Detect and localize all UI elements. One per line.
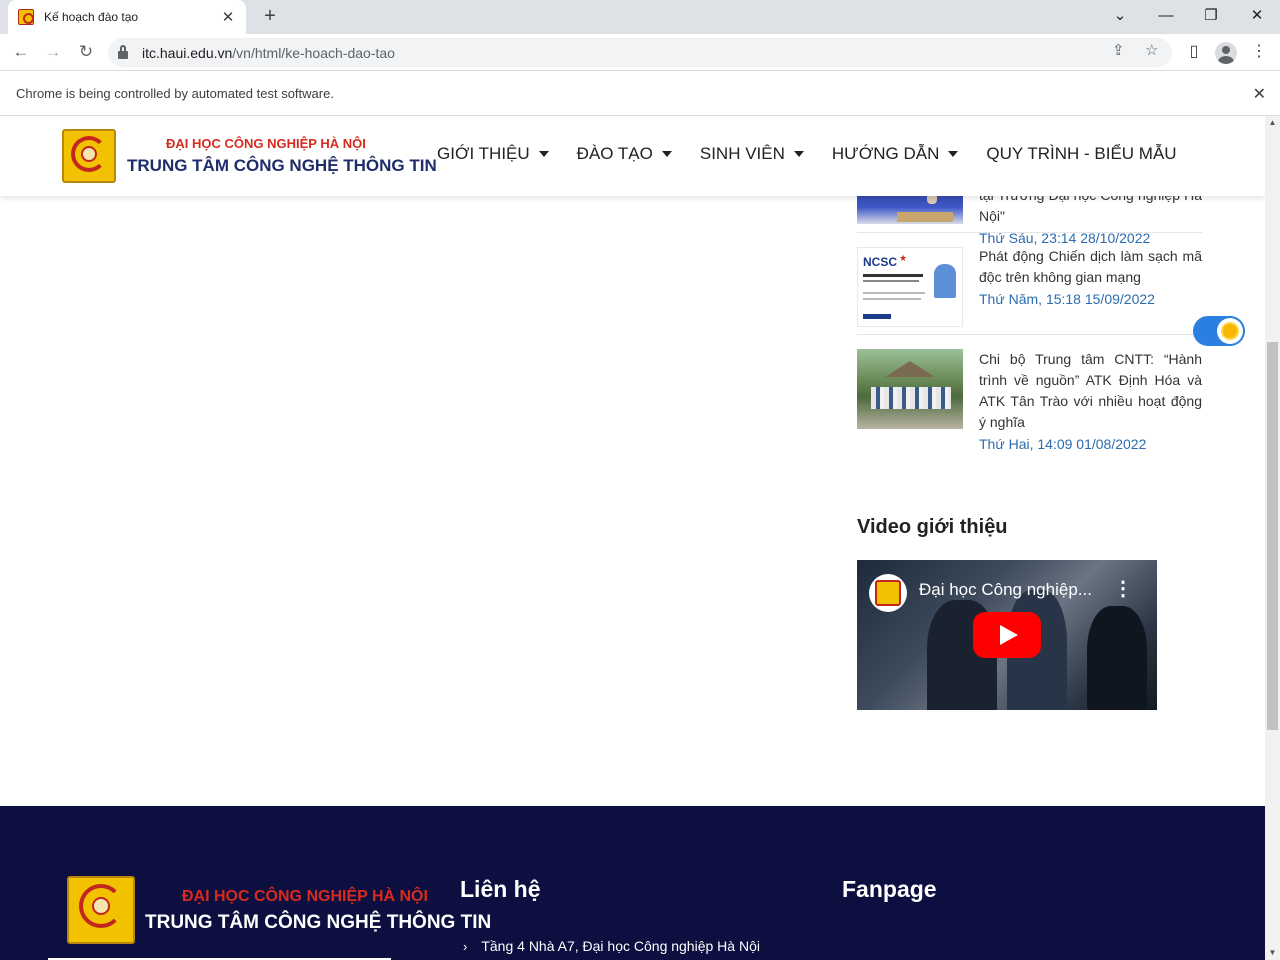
person-illustration [934,264,956,298]
scroll-down-arrow-icon[interactable]: ▼ [1265,946,1280,960]
video-section-heading: Video giới thiệu [857,516,1008,538]
news-list: số giải pháp thúc đẩy chuyển đổi số tại … [857,160,1202,452]
group-photo-people [871,387,951,409]
site-favicon-icon [18,9,34,25]
menu-label: HƯỚNG DẪN [831,144,940,163]
logo-line2[interactable]: TRUNG TÂM CÔNG NGHỆ THÔNG TIN [127,156,437,176]
scroll-up-arrow-icon[interactable]: ▲ [1265,116,1280,130]
fanpage-heading: Fanpage [842,876,937,902]
thumb-text-line [863,298,921,300]
roof-shape [885,361,935,377]
close-tab-icon[interactable]: ✕ [220,8,236,26]
thumb-button-shape [863,314,891,319]
thumb-text-line [863,274,923,277]
footer-logo-line2: TRUNG TÂM CÔNG NGHỆ THÔNG TIN [145,912,492,933]
podium-shape [897,212,953,222]
menu-kebab-icon[interactable]: ⋮ [1246,39,1272,65]
menu-huong-dan[interactable]: HƯỚNG DẪN [832,144,959,164]
automation-infobar: Chrome is being controlled by automated … [0,72,1280,116]
ncsc-logo-text: NCSC [863,255,898,269]
footer-logo-badge-icon [67,876,135,944]
chevron-right-icon: › [463,938,468,954]
scrollbar-thumb[interactable] [1267,342,1278,730]
video-person-figure [1087,606,1147,710]
caret-down-icon [538,151,549,157]
menu-label: SINH VIÊN [699,144,785,163]
url-text: itc.haui.edu.vn/vn/html/ke-hoach-dao-tao [142,45,395,61]
profile-avatar-icon[interactable] [1215,42,1237,64]
menu-label: ĐÀO TẠO [576,144,653,163]
caret-down-icon [661,151,672,157]
video-title[interactable]: Đại học Công nghiệp... [919,580,1092,600]
youtube-video-embed[interactable]: Đại học Công nghiệp... ⋮ [857,560,1157,710]
site-footer: ĐẠI HỌC CÔNG NGHIỆP HÀ NỘI TRUNG TÂM CÔN… [0,806,1265,960]
star-icon: ★ [899,253,908,263]
menu-label: QUY TRÌNH - BIỂU MẪU [986,144,1177,163]
lock-icon[interactable] [118,44,128,59]
address-bar[interactable]: itc.haui.edu.vn/vn/html/ke-hoach-dao-tao… [108,38,1172,67]
logo-line1[interactable]: ĐẠI HỌC CÔNG NGHIỆP HÀ NỘI [166,136,366,151]
browser-tab[interactable]: Kế hoạch đào tạo ✕ [8,0,246,34]
main-menu: GIỚI THIỆU ĐÀO TẠO SINH VIÊN HƯỚNG DẪN Q… [437,144,1205,164]
menu-dao-tao[interactable]: ĐÀO TẠO [577,144,672,164]
thumb-text-line [863,292,925,294]
minimize-button[interactable]: — [1152,4,1180,28]
logo-gear [92,897,110,915]
video-more-icon[interactable]: ⋮ [1113,576,1133,601]
site-logo-badge-icon[interactable] [62,129,116,183]
menu-label: GIỚI THIỆU [437,144,530,163]
browser-toolbar: ← → ↻ itc.haui.edu.vn/vn/html/ke-hoach-d… [0,34,1280,71]
infobar-message: Chrome is being controlled by automated … [16,86,334,101]
news-item[interactable]: Chi bộ Trung tâm CNTT: “Hành trình về ng… [857,335,1202,452]
menu-gioi-thieu[interactable]: GIỚI THIỆU [437,144,549,164]
footer-logo-line1: ĐẠI HỌC CÔNG NGHIỆP HÀ NỘI [182,888,428,905]
address-item[interactable]: › Tầng 4 Nhà A7, Đại học Công nghiệp Hà … [463,938,760,954]
news-body: Chi bộ Trung tâm CNTT: “Hành trình về ng… [979,349,1202,455]
news-body: Phát động Chiến dịch làm sạch mã độc trê… [979,246,1202,310]
menu-quy-trinh-bieu-mau[interactable]: QUY TRÌNH - BIỂU MẪU [986,144,1176,164]
tab-title: Kế hoạch đào tạo [44,10,139,24]
thumb-text-line [863,280,919,282]
news-title[interactable]: Phát động Chiến dịch làm sạch mã độc trê… [979,246,1202,288]
news-thumbnail[interactable]: NCSC ★ [857,247,963,327]
reload-button[interactable]: ↻ [73,39,99,65]
logo-gear [81,146,97,162]
url-path: /vn/html/ke-hoach-dao-tao [232,44,395,61]
tab-search-icon[interactable]: ⌄ [1106,4,1134,28]
channel-logo-icon[interactable] [869,574,907,612]
back-button[interactable]: ← [8,39,34,65]
caret-down-icon [948,151,959,157]
dark-mode-toggle[interactable] [1193,316,1245,346]
side-panel-icon[interactable]: ▯ [1181,39,1207,65]
news-item[interactable]: NCSC ★ Phát động Chiến dịch làm sạch mã … [857,233,1202,335]
restore-button[interactable]: ❐ [1197,4,1225,28]
forward-button[interactable]: → [40,39,66,65]
page-viewport: số giải pháp thúc đẩy chuyển đổi số tại … [0,116,1265,960]
menu-sinh-vien[interactable]: SINH VIÊN [700,144,804,164]
news-date: Thứ Năm, 15:18 15/09/2022 [979,291,1155,307]
channel-logo-badge [875,580,901,606]
tab-strip: Kế hoạch đào tạo ✕ + ⌄ — ❐ ✕ [0,0,1280,34]
toggle-knob [1217,318,1243,344]
news-title[interactable]: Chi bộ Trung tâm CNTT: “Hành trình về ng… [979,349,1202,433]
share-icon[interactable]: ⇪ [1112,41,1125,59]
caret-down-icon [793,151,804,157]
play-button-icon[interactable] [973,612,1041,658]
news-date: Thứ Hai, 14:09 01/08/2022 [979,436,1147,452]
url-host: itc.haui.edu.vn [142,44,233,61]
infobar-close-icon[interactable]: ✕ [1253,84,1266,104]
contact-heading: Liên hệ [460,876,541,902]
bookmark-star-icon[interactable]: ☆ [1145,41,1158,59]
sun-icon [1223,324,1237,338]
site-header: ĐẠI HỌC CÔNG NGHIỆP HÀ NỘI TRUNG TÂM CÔN… [0,116,1265,196]
address-text: Tầng 4 Nhà A7, Đại học Công nghiệp Hà Nộ… [481,938,760,954]
close-window-button[interactable]: ✕ [1243,4,1271,28]
page-scrollbar[interactable]: ▲ ▼ [1265,116,1280,960]
new-tab-button[interactable]: + [258,4,282,28]
news-thumbnail[interactable] [857,349,963,429]
